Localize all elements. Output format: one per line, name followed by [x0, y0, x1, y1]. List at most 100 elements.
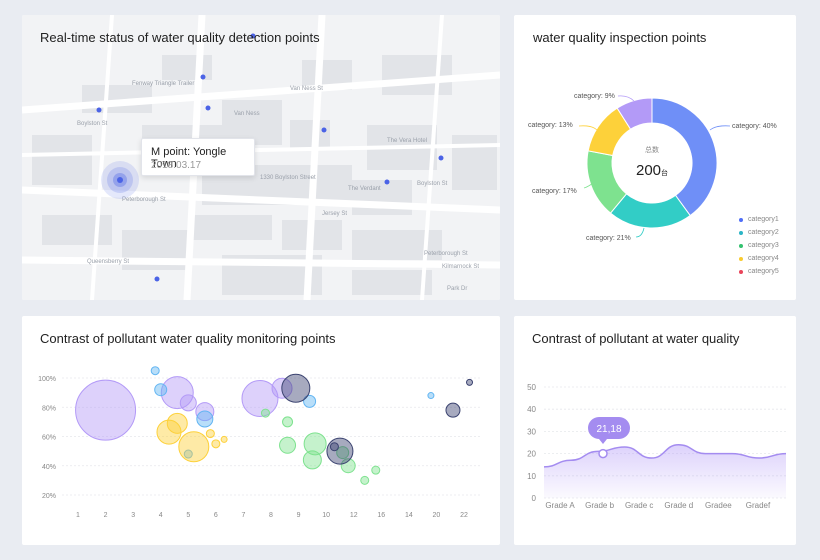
donut-card: water quality inspection points category… [514, 15, 796, 300]
x-tick-label: 3 [131, 512, 135, 519]
street-label: Peterborough St [424, 251, 468, 257]
highlight-point[interactable] [598, 448, 608, 459]
bubble-point[interactable] [427, 392, 435, 400]
value-badge-label: 21,18 [596, 424, 621, 435]
legend-label: category2 [748, 229, 779, 236]
street-label: Fenway Triangle Trailer [132, 81, 194, 87]
bubble-point[interactable] [466, 378, 474, 386]
legend-item[interactable]: category2 [739, 226, 779, 239]
x-tick-label: 22 [460, 512, 468, 519]
active-point-marker[interactable] [117, 177, 123, 183]
legend-dot [739, 217, 743, 222]
street-label: Van Ness St [290, 86, 323, 92]
legend-label: category5 [748, 268, 779, 275]
x-tick-label: 7 [241, 512, 245, 519]
x-tick-label: 4 [159, 512, 163, 519]
x-tick-label: 10 [322, 512, 330, 519]
bubble-point[interactable] [150, 366, 160, 376]
monitoring-point-marker[interactable] [321, 127, 327, 133]
street-label: The Verdant [348, 186, 381, 192]
x-tick-label: 6 [214, 512, 218, 519]
y-tick-label: 50 [527, 383, 536, 392]
bubble-chart[interactable]: 100%80%60%40%20%1 2 3 4 5 6 7 8 9 10 12 16 14 20 22 [22, 316, 500, 545]
street-map[interactable]: Boylston St Van Ness St Van Ness Peterbo… [22, 15, 500, 300]
bubble-point[interactable] [196, 410, 214, 428]
street-label: Jersey St [322, 211, 347, 217]
x-tick-label: Gradee [705, 501, 732, 510]
street-label: Boylston St [417, 181, 448, 187]
monitoring-point-marker[interactable] [154, 276, 160, 282]
y-tick-label: 100% [38, 376, 56, 383]
x-tick-label: 16 [377, 512, 385, 519]
map-card: Boylston St Van Ness St Van Ness Peterbo… [22, 15, 500, 300]
monitoring-point-marker[interactable] [384, 179, 390, 185]
x-tick-label: Grade c [625, 501, 653, 510]
bubble-point[interactable] [279, 436, 297, 454]
street-label: Peterborough St [122, 197, 166, 203]
bubble-point[interactable] [302, 450, 322, 470]
bubble-point[interactable] [326, 437, 354, 465]
map-card-title: Real-time status of water quality detect… [40, 30, 320, 45]
x-tick-label: 2 [104, 512, 108, 519]
bubble-point[interactable] [220, 435, 228, 443]
legend-dot [739, 230, 743, 235]
legend-item[interactable]: category1 [739, 213, 779, 226]
bubble-point[interactable] [154, 383, 168, 397]
street-label: 1330 Boylston Street [260, 175, 316, 181]
bubble-point[interactable] [211, 439, 221, 449]
bubble-point[interactable] [178, 431, 210, 463]
bubble-point[interactable] [282, 416, 294, 428]
street-label: Park Dr [447, 286, 467, 292]
bubble-point[interactable] [166, 412, 188, 434]
bubble-point[interactable] [360, 475, 370, 485]
donut-legend: category1 category2 category3 category4 cate… [739, 213, 779, 278]
monitoring-point-marker[interactable] [96, 107, 102, 113]
y-tick-label: 20% [42, 493, 56, 500]
x-tick-label: Grade d [664, 501, 693, 510]
legend-dot [739, 269, 743, 274]
line-card: Contrast of pollutant at water quality 0… [514, 316, 796, 545]
street-label: The Vera Hotel [387, 138, 427, 144]
x-tick-label: 9 [297, 512, 301, 519]
x-tick-label: 5 [186, 512, 190, 519]
y-tick-label: 40 [527, 405, 536, 414]
legend-label: category1 [748, 216, 779, 223]
donut-center-value: 200台 [636, 162, 668, 179]
y-tick-label: 20 [527, 450, 536, 459]
monitoring-point-marker[interactable] [438, 155, 444, 161]
donut-center-label: 总数 [645, 145, 659, 154]
x-tick-label: Grade A [545, 501, 575, 510]
tooltip-date: 2018.03.17 [151, 160, 202, 171]
y-tick-label: 80% [42, 405, 56, 412]
y-tick-label: 10 [527, 472, 536, 481]
bubble-point[interactable] [205, 429, 215, 439]
x-tick-label: Gradef [746, 501, 771, 510]
legend-item[interactable]: category4 [739, 252, 779, 265]
bubble-point[interactable] [75, 379, 137, 441]
street-label: Kilmarnock St [442, 264, 479, 270]
donut-slice[interactable] [651, 97, 718, 217]
monitoring-point-marker[interactable] [200, 74, 206, 80]
slice-label: category: 17% [532, 188, 577, 195]
bubble-point[interactable] [179, 394, 197, 412]
bubble-card: Contrast of pollutant water quality moni… [22, 316, 500, 545]
bubble-point[interactable] [371, 465, 381, 475]
y-tick-label: 60% [42, 435, 56, 442]
legend-dot [739, 243, 743, 248]
legend-item[interactable]: category3 [739, 239, 779, 252]
map-point-tooltip: M point: Yongle Town 2018.03.17 [141, 138, 255, 176]
line-chart[interactable]: 0 10 20 30 40 50 Grade A Grade b Grade c Grade d G… [514, 316, 796, 545]
monitoring-point-marker[interactable] [205, 105, 211, 111]
y-tick-label: 40% [42, 464, 56, 471]
legend-item[interactable]: category5 [739, 265, 779, 278]
slice-label: category: 40% [732, 123, 777, 130]
x-tick-label: Grade b [585, 501, 614, 510]
legend-label: category3 [748, 242, 779, 249]
bubble-point[interactable] [260, 408, 270, 418]
bubble-point[interactable] [445, 402, 461, 418]
x-tick-label: 20 [433, 512, 441, 519]
street-label: Van Ness [234, 111, 260, 117]
bubble-point[interactable] [281, 373, 311, 403]
line-area [544, 444, 786, 498]
legend-label: category4 [748, 255, 779, 262]
